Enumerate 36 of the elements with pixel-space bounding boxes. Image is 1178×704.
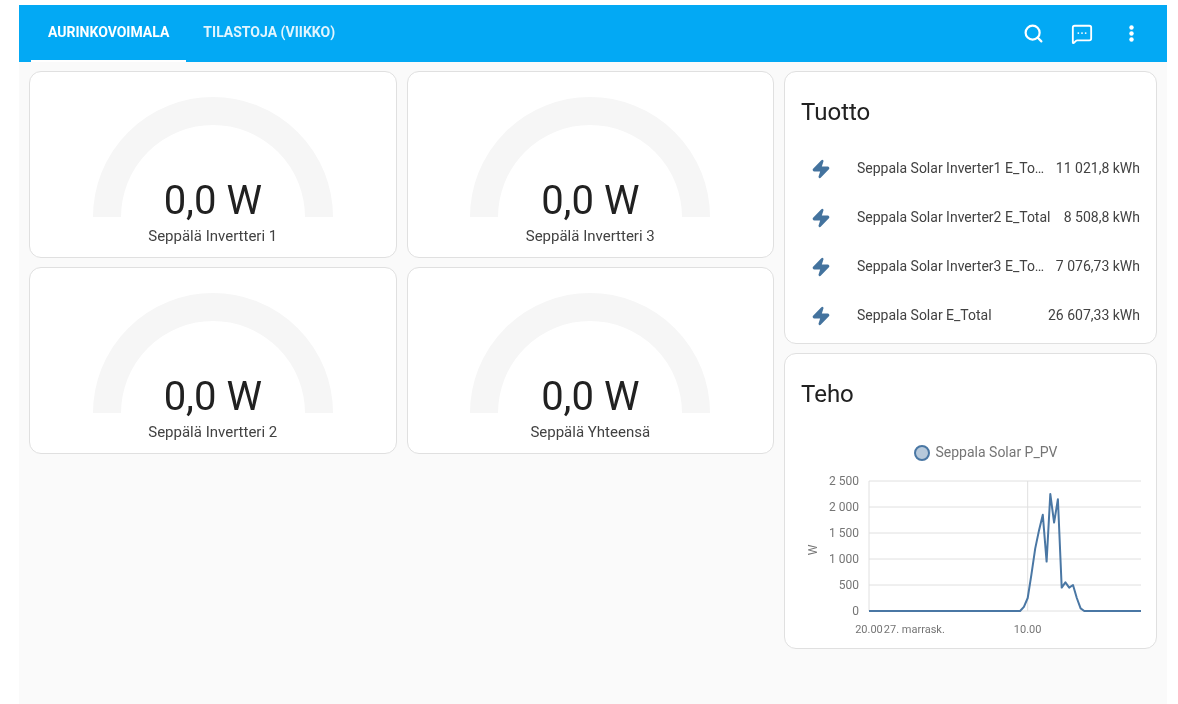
entity-name[interactable]: Seppala Solar E_Total — [857, 305, 1042, 326]
gauge-label: Seppälä Invertteri 3 — [525, 226, 655, 247]
legend-label[interactable]: Seppala Solar P_PV — [935, 442, 1058, 463]
gauge-value: 0,0 W — [162, 375, 263, 419]
lightning-icon — [811, 256, 831, 277]
gauge-label: Seppälä Invertteri 2 — [148, 422, 278, 443]
x-tick-label: 20.00 — [855, 623, 883, 636]
x-tick-label: 10.00 — [1013, 623, 1042, 636]
gauge-label: Seppälä Yhteensä — [530, 422, 651, 443]
entity-name[interactable]: Seppala Solar Inverter1 E_To… — [857, 158, 1050, 179]
gauge-value: 0,0 W — [162, 179, 263, 223]
entity-name[interactable]: Seppala Solar Inverter2 E_Total — [857, 207, 1058, 228]
card-title: Teho — [801, 379, 855, 410]
entity-state: 7 076,73 kWh — [1055, 257, 1140, 276]
card-title: Tuotto — [801, 97, 872, 128]
entity-state: 11 021,8 kWh — [1055, 159, 1140, 178]
entity-state: 26 607,33 kWh — [1048, 306, 1140, 325]
gauge-value: 0,0 W — [540, 179, 641, 223]
lightning-icon — [811, 158, 831, 179]
entity-name[interactable]: Seppala Solar Inverter3 E_To… — [857, 256, 1050, 277]
chat-bubble-icon — [1071, 22, 1093, 45]
gauge-label: Seppälä Invertteri 1 — [148, 226, 278, 247]
lightning-icon — [811, 207, 831, 228]
search-icon — [1022, 23, 1044, 44]
lightning-icon — [811, 305, 831, 326]
y-tick-label: 1 000 — [829, 552, 859, 566]
y-tick-label: 0 — [852, 604, 859, 618]
more-icon — [1128, 25, 1134, 42]
y-axis-title: W — [806, 544, 820, 556]
entity-state: 8 508,8 kWh — [1063, 208, 1140, 227]
x-tick-label: 27. marrask. — [883, 623, 945, 636]
y-tick-label: 2 500 — [829, 474, 859, 488]
y-tick-label: 1 500 — [829, 526, 859, 540]
y-tick-label: 2 000 — [829, 500, 859, 514]
y-tick-label: 500 — [838, 578, 859, 592]
gauge-value: 0,0 W — [540, 375, 641, 419]
